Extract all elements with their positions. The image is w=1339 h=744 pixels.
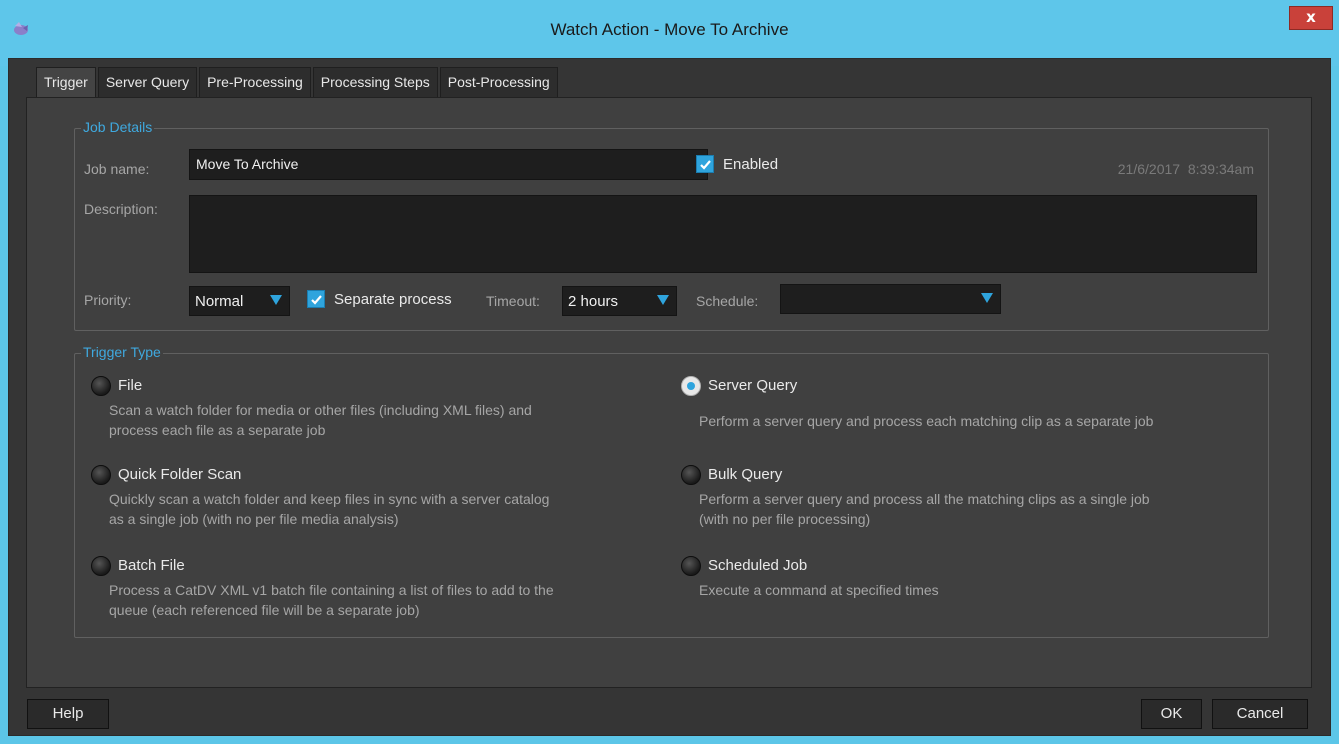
window-title: Watch Action - Move To Archive [550,20,789,39]
job-name-input[interactable]: Move To Archive [189,149,708,180]
job-details-group: Job Details Job name: Move To Archive En… [74,119,1269,331]
tab-server-query[interactable]: Server Query [97,67,198,97]
bulk-query-description-line2: (with no per file processing) [699,511,871,527]
tab-trigger[interactable]: Trigger [36,67,96,98]
dialog-client-area: Trigger Server Query Pre-Processing Proc… [8,58,1331,736]
bulk-query-description-line1: Perform a server query and process all t… [699,491,1150,507]
tab-bar: Trigger Server Query Pre-Processing Proc… [36,67,560,98]
timeout-label: Timeout: [486,293,540,309]
title-bar[interactable]: Watch Action - Move To Archive x [0,0,1339,66]
scheduled-job-description: Execute a command at specified times [699,582,939,598]
close-button[interactable]: x [1289,6,1333,30]
trigger-tab-panel: Job Details Job name: Move To Archive En… [26,97,1312,688]
trigger-type-group: Trigger Type File Scan a watch folder fo… [74,344,1269,638]
batch-file-description-line1: Process a CatDV XML v1 batch file contai… [109,582,554,598]
radio-label-bulk-query: Bulk Query [708,466,783,483]
tab-pre-processing[interactable]: Pre-Processing [199,67,311,97]
chevron-down-icon [981,293,993,303]
job-name-label: Job name: [84,161,150,177]
tab-post-processing[interactable]: Post-Processing [439,67,558,97]
chevron-down-icon [270,295,282,305]
description-label: Description: [84,201,158,217]
schedule-label: Schedule: [696,293,759,309]
radio-quick-folder-scan[interactable] [91,465,111,485]
radio-label-server-query: Server Query [708,377,798,394]
priority-dropdown[interactable]: Normal [189,286,290,316]
separate-process-label: Separate process [334,290,452,308]
quick-folder-scan-description-line2: as a single job (with no per file media … [109,511,399,527]
tab-processing-steps[interactable]: Processing Steps [312,67,438,97]
radio-scheduled-job[interactable] [681,556,701,576]
timeout-dropdown[interactable]: 2 hours [562,286,677,316]
description-textarea[interactable] [189,195,1257,273]
radio-label-batch-file: Batch File [118,557,185,574]
radio-server-query[interactable] [681,376,701,396]
batch-file-description-line2: queue (each referenced file will be a se… [109,602,420,618]
radio-batch-file[interactable] [91,556,111,576]
trigger-type-legend: Trigger Type [81,344,163,360]
ok-button[interactable]: OK [1141,699,1202,729]
checkmark-icon [696,155,714,173]
radio-bulk-query[interactable] [681,465,701,485]
file-description-line2: process each file as a separate job [109,422,326,438]
enabled-label: Enabled [723,155,779,173]
cancel-button[interactable]: Cancel [1212,699,1308,729]
job-details-legend: Job Details [81,119,155,135]
separate-process-checkbox[interactable]: Separate process [307,290,452,308]
schedule-dropdown[interactable] [780,284,1001,314]
radio-file[interactable] [91,376,111,396]
file-description-line1: Scan a watch folder for media or other f… [109,402,532,418]
chevron-down-icon [657,295,669,305]
priority-label: Priority: [84,292,132,308]
radio-label-scheduled-job: Scheduled Job [708,557,808,574]
server-query-description: Perform a server query and process each … [699,413,1154,429]
last-modified-timestamp: 21/6/2017 8:39:34am [1117,161,1254,177]
radio-label-quick-folder-scan: Quick Folder Scan [118,466,242,483]
help-button[interactable]: Help [27,699,109,729]
radio-label-file: File [118,377,143,394]
enabled-checkbox[interactable]: Enabled [696,155,778,173]
quick-folder-scan-description-line1: Quickly scan a watch folder and keep fil… [109,491,550,507]
checkmark-icon [307,290,325,308]
